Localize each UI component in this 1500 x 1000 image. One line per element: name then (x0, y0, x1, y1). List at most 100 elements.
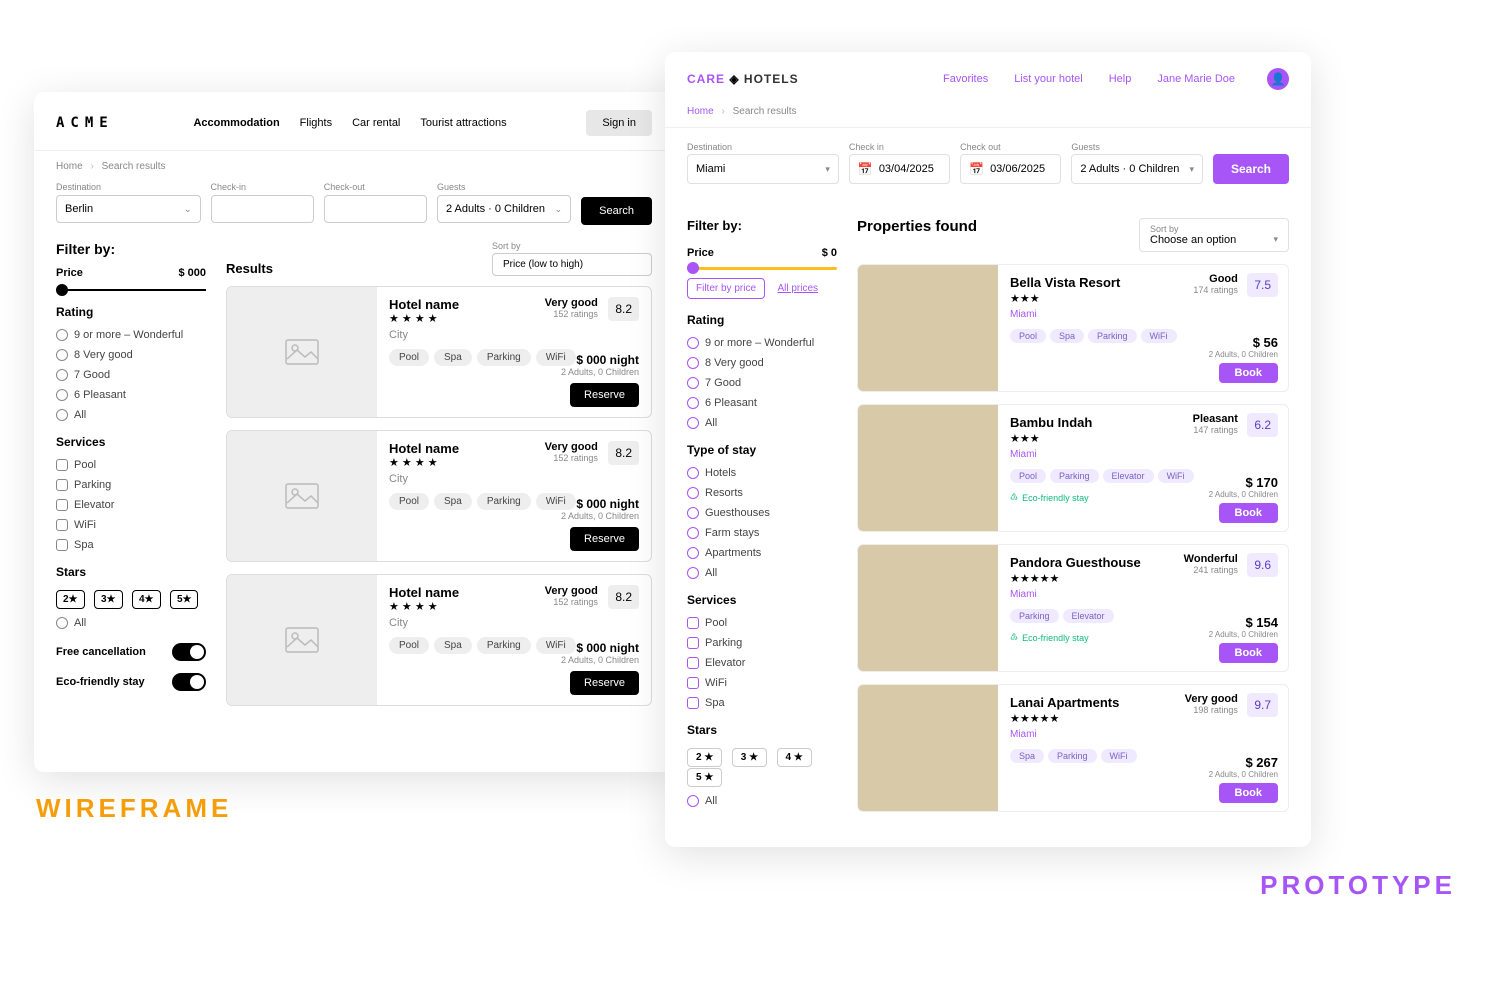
property-card[interactable]: Bambu Indah ★★★ Miami PoolParkingElevato… (857, 404, 1289, 532)
nav-list-hotel[interactable]: List your hotel (1014, 73, 1082, 85)
hotel-card[interactable]: Hotel name ★ ★ ★ ★ City PoolSpaParkingWi… (226, 574, 652, 706)
proto-nav-links: Favorites List your hotel Help Jane Mari… (943, 68, 1289, 90)
proto-results: Properties found Sort by Choose an optio… (857, 218, 1289, 843)
star-chip[interactable]: 2 ★ (687, 748, 722, 767)
signin-button[interactable]: Sign in (586, 110, 652, 136)
type-option[interactable]: Apartments (687, 547, 837, 559)
amenity-tag: Spa (434, 637, 472, 654)
rating-option[interactable]: 6 Pleasant (687, 397, 837, 409)
rating-option[interactable]: 6 Pleasant (56, 389, 206, 401)
nav-favorites[interactable]: Favorites (943, 73, 988, 85)
guests-label: Guests (437, 182, 571, 192)
hotel-card[interactable]: Hotel name ★ ★ ★ ★ City PoolSpaParkingWi… (226, 430, 652, 562)
reserve-button[interactable]: Reserve (570, 383, 639, 407)
wire-searchbar: Destination Berlin⌄ Check-in Check-out G… (34, 182, 674, 241)
reserve-button[interactable]: Reserve (570, 527, 639, 551)
reserve-button[interactable]: Reserve (570, 671, 639, 695)
type-option[interactable]: Farm stays (687, 527, 837, 539)
nav-flights[interactable]: Flights (300, 117, 332, 129)
property-card[interactable]: Bella Vista Resort ★★★ Miami PoolSpaPark… (857, 264, 1289, 392)
user-name[interactable]: Jane Marie Doe (1157, 73, 1235, 85)
rating-option[interactable]: All (56, 409, 206, 421)
crumb-home[interactable]: Home (56, 161, 83, 172)
stars-heading: Stars (56, 565, 206, 579)
nav-help[interactable]: Help (1109, 73, 1132, 85)
service-option[interactable]: Elevator (56, 499, 206, 511)
filter-price-button[interactable]: Filter by price (687, 278, 765, 299)
property-thumbnail (858, 545, 998, 671)
price: $ 170 (1209, 475, 1278, 490)
stars-all-option[interactable]: All (687, 795, 837, 807)
service-option[interactable]: Spa (56, 539, 206, 551)
amenity-tag: Pool (389, 349, 429, 366)
amenity-tag: Spa (434, 349, 472, 366)
rating-option[interactable]: 9 or more – Wonderful (56, 329, 206, 341)
search-button[interactable]: Search (1213, 154, 1289, 184)
book-button[interactable]: Book (1219, 643, 1279, 663)
sort-label: Sort by (492, 241, 652, 251)
checkout-label: Check-out (324, 182, 427, 192)
nav-tourist-attractions[interactable]: Tourist attractions (420, 117, 506, 129)
rating-option[interactable]: 7 Good (56, 369, 206, 381)
hotel-thumbnail (227, 575, 377, 705)
sort-select[interactable]: Price (low to high) (492, 253, 652, 276)
all-prices-link[interactable]: All prices (777, 283, 818, 294)
search-button[interactable]: Search (581, 197, 652, 225)
type-option[interactable]: Resorts (687, 487, 837, 499)
nav-accommodation[interactable]: Accommodation (193, 117, 279, 129)
star-chip[interactable]: 2★ (56, 590, 85, 609)
guests-input[interactable]: 2 Adults · 0 Children▾ (1071, 154, 1203, 184)
nav-car-rental[interactable]: Car rental (352, 117, 400, 129)
price-slider[interactable] (56, 289, 206, 291)
star-chip[interactable]: 3 ★ (732, 748, 767, 767)
crumb-home[interactable]: Home (687, 106, 714, 117)
stars-all-option[interactable]: All (56, 617, 206, 629)
sort-select[interactable]: Sort by Choose an option ▾ (1139, 218, 1289, 252)
property-card[interactable]: Pandora Guesthouse ★★★★★ Miami ParkingEl… (857, 544, 1289, 672)
hotel-card[interactable]: Hotel name ★ ★ ★ ★ City PoolSpaParkingWi… (226, 286, 652, 418)
service-option[interactable]: WiFi (56, 519, 206, 531)
star-chip[interactable]: 5★ (170, 590, 199, 609)
proto-topnav: CARE ◈ HOTELS Favorites List your hotel … (665, 52, 1311, 102)
rating-option[interactable]: 8 Very good (56, 349, 206, 361)
star-chip[interactable]: 4★ (132, 590, 161, 609)
checkout-input[interactable]: 📅03/06/2025 (960, 154, 1061, 184)
book-button[interactable]: Book (1219, 503, 1279, 523)
destination-input[interactable]: Miami▾ (687, 154, 839, 184)
service-option[interactable]: Elevator (687, 657, 837, 669)
checkin-input[interactable] (211, 195, 314, 223)
book-button[interactable]: Book (1219, 363, 1279, 383)
type-option[interactable]: Guesthouses (687, 507, 837, 519)
price: $ 56 (1209, 335, 1278, 350)
checkout-input[interactable] (324, 195, 427, 223)
eco-friendly-toggle[interactable] (172, 673, 206, 691)
service-option[interactable]: Spa (687, 697, 837, 709)
price: $ 267 (1209, 755, 1278, 770)
price: $ 000 night (561, 497, 639, 511)
leaf-icon: ♳ (1010, 492, 1018, 503)
service-option[interactable]: Pool (56, 459, 206, 471)
checkin-input[interactable]: 📅03/04/2025 (849, 154, 950, 184)
star-chip[interactable]: 4 ★ (777, 748, 812, 767)
guests-input[interactable]: 2 Adults · 0 Children⌄ (437, 195, 571, 223)
service-option[interactable]: Parking (56, 479, 206, 491)
destination-input[interactable]: Berlin⌄ (56, 195, 201, 223)
book-button[interactable]: Book (1219, 783, 1279, 803)
price-slider[interactable] (687, 267, 837, 270)
service-option[interactable]: Parking (687, 637, 837, 649)
prototype-label: PROTOTYPE (1260, 870, 1456, 901)
service-option[interactable]: WiFi (687, 677, 837, 689)
rating-option[interactable]: 7 Good (687, 377, 837, 389)
rating-option[interactable]: 8 Very good (687, 357, 837, 369)
amenity-tag: WiFi (1101, 749, 1137, 763)
star-chip[interactable]: 3★ (94, 590, 123, 609)
star-chip[interactable]: 5 ★ (687, 768, 722, 787)
type-option[interactable]: Hotels (687, 467, 837, 479)
type-option[interactable]: All (687, 567, 837, 579)
rating-option[interactable]: 9 or more – Wonderful (687, 337, 837, 349)
avatar-icon[interactable]: 👤 (1267, 68, 1289, 90)
free-cancellation-toggle[interactable] (172, 643, 206, 661)
property-card[interactable]: Lanai Apartments ★★★★★ Miami SpaParkingW… (857, 684, 1289, 812)
service-option[interactable]: Pool (687, 617, 837, 629)
rating-option[interactable]: All (687, 417, 837, 429)
